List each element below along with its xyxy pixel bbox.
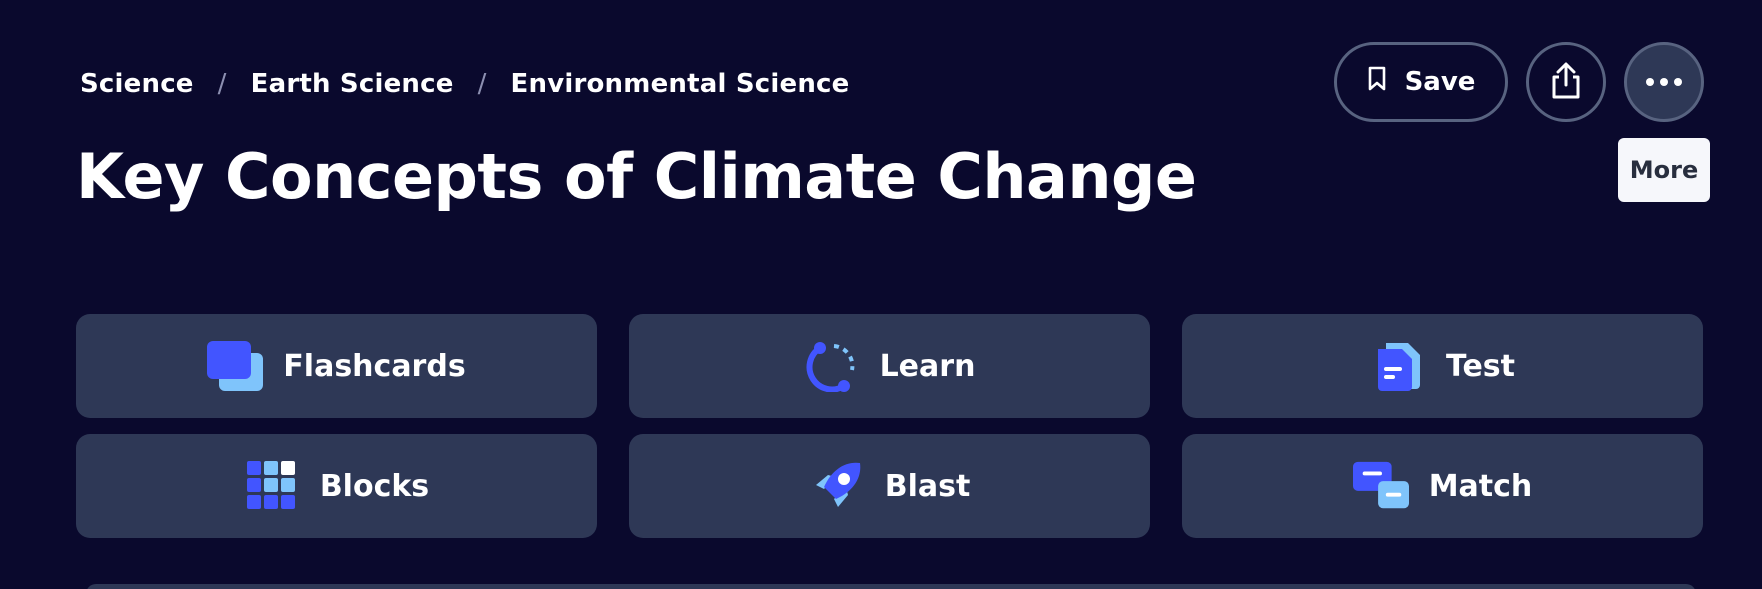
- more-tooltip: More: [1618, 138, 1710, 202]
- mode-test-button[interactable]: Test: [1182, 314, 1703, 418]
- bookmark-icon: [1367, 66, 1387, 99]
- share-icon: [1549, 62, 1583, 103]
- mode-blast-button[interactable]: Blast: [629, 434, 1150, 538]
- blocks-icon: [244, 458, 300, 514]
- mode-label: Flashcards: [283, 348, 466, 384]
- learn-icon: [804, 338, 860, 394]
- breadcrumb-item-environmental-science[interactable]: Environmental Science: [511, 69, 850, 99]
- breadcrumb: Science / Earth Science / Environmental …: [80, 64, 849, 104]
- match-icon: [1352, 458, 1409, 514]
- save-button-label: Save: [1404, 67, 1476, 97]
- save-button[interactable]: Save: [1334, 42, 1508, 122]
- breadcrumb-separator: /: [217, 69, 227, 99]
- mode-label: Blocks: [319, 468, 430, 504]
- mode-label: Blast: [884, 468, 971, 504]
- flashcards-icon: [207, 338, 264, 394]
- more-dots-icon: [1644, 75, 1684, 90]
- mode-match-button[interactable]: Match: [1182, 434, 1703, 538]
- header-actions: Save: [1334, 42, 1704, 122]
- mode-label: Test: [1445, 348, 1516, 384]
- more-button[interactable]: [1624, 42, 1704, 122]
- breadcrumb-item-earth-science[interactable]: Earth Science: [251, 69, 454, 99]
- mode-flashcards-button[interactable]: Flashcards: [76, 314, 597, 418]
- next-section-card: [86, 584, 1696, 589]
- mode-blocks-button[interactable]: Blocks: [76, 434, 597, 538]
- mode-label: Match: [1428, 468, 1533, 504]
- mode-label: Learn: [879, 348, 976, 384]
- page-title: Key Concepts of Climate Change: [76, 140, 1197, 213]
- study-modes: Flashcards Learn Test Blocks Blast Match: [76, 314, 1704, 538]
- share-button[interactable]: [1526, 42, 1606, 122]
- mode-learn-button[interactable]: Learn: [629, 314, 1150, 418]
- page: Science / Earth Science / Environmental …: [0, 0, 1762, 589]
- test-icon: [1370, 338, 1426, 394]
- breadcrumb-item-science[interactable]: Science: [80, 69, 194, 99]
- breadcrumb-separator: /: [477, 69, 487, 99]
- blast-icon: [809, 458, 865, 514]
